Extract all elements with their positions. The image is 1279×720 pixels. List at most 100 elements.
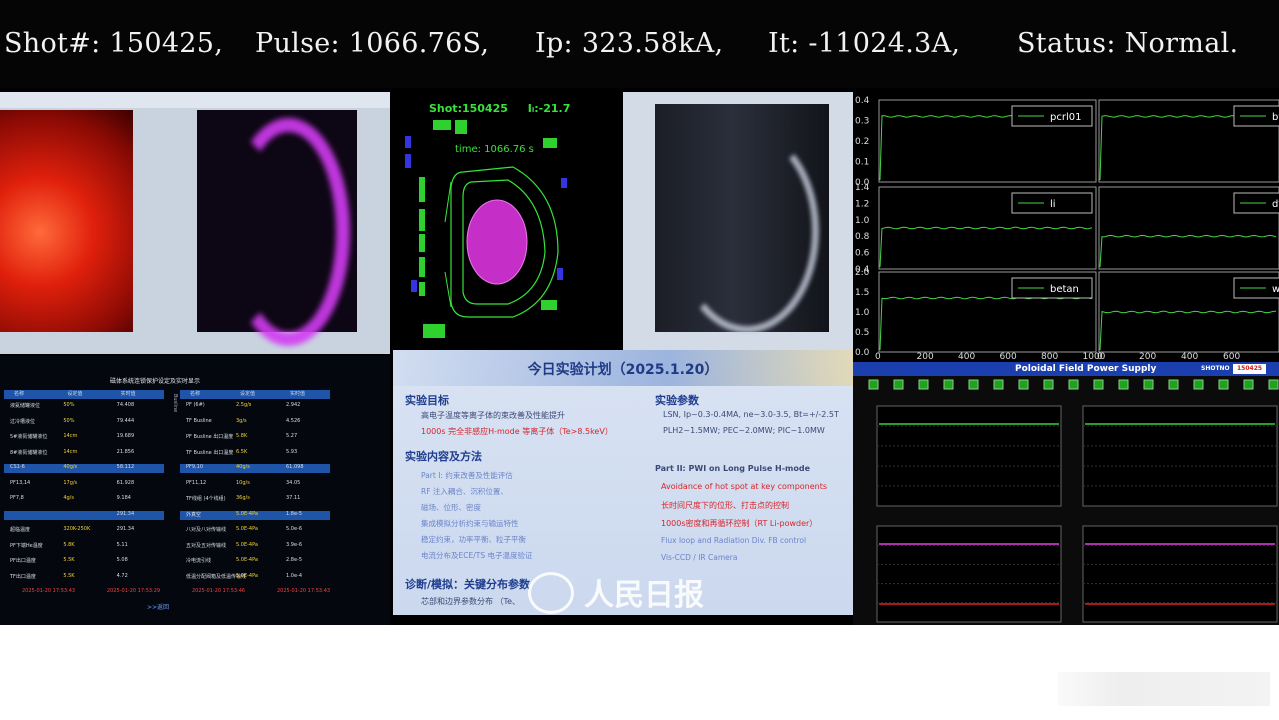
x-tick-label: 400: [958, 352, 975, 362]
table-header-cell: 名称: [190, 391, 201, 397]
part2-item: Vis-CCD / IR Camera: [661, 553, 738, 562]
footer-time: 2025-01-20 17:53:43: [22, 588, 76, 594]
pf-title-bar: Poloidal Field Power Supply SHOTNO 15042…: [853, 362, 1279, 376]
table-cell: PF出口温度: [10, 558, 36, 564]
pf-current-plots: [868, 379, 1279, 623]
y-tick-label: 1.5: [855, 288, 869, 298]
table-cell: 5.0E-4Pa: [236, 510, 258, 517]
legend-label: li: [1050, 199, 1056, 210]
params-item: LSN, Ip~0.3-0.4MA, ne~3.0-3.5, Bt=+/-2.5…: [663, 410, 839, 419]
section-goal-heading: 实验目标: [405, 394, 449, 407]
table-cell: 5#液氮储罐液位: [10, 434, 48, 440]
table-row: 液氦储罐液位 50% 74.408: [4, 402, 164, 411]
x-tick-label: 0: [875, 352, 881, 362]
pf-title: Poloidal Field Power Supply: [1015, 364, 1157, 374]
table-cell: 6.5K: [236, 448, 248, 455]
section-params-heading: 实验参数: [655, 394, 699, 407]
status-led: [1043, 379, 1054, 390]
legend-box: li: [1011, 192, 1093, 214]
y-tick-label: 0.4: [855, 96, 870, 106]
table-cell: 37.11: [286, 495, 301, 501]
table-cell: 1.8e-5: [286, 510, 303, 517]
table-cell: 320K-250K: [63, 526, 91, 532]
pf-coil: [543, 138, 557, 148]
pf-coil: [419, 234, 425, 252]
pf-subplot: [876, 525, 1062, 623]
table-cell: 5.0e-6: [286, 526, 303, 532]
legend-box: dfsdev: [1233, 192, 1279, 214]
table-row: TF Busline 3g/s 4.526: [180, 418, 330, 427]
table-row: PF13,14 17g/s 61.928: [4, 480, 164, 489]
table-row: 超临温度 320K-250K 291.34: [4, 526, 164, 535]
table-cell: 21.856: [116, 448, 135, 455]
legend-label: bt: [1272, 112, 1279, 123]
table-cell: 291.34: [116, 510, 135, 517]
table-cell: 八对及八对传输线: [186, 527, 227, 533]
table-row: 五对及五对传输线 5.0E-4Pa 3.9e-6: [180, 542, 330, 551]
back-link[interactable]: >>返回: [147, 602, 169, 611]
diagnostics-item: 芯部和边界参数分布 （Te、: [421, 597, 520, 606]
status-led: [1168, 379, 1179, 390]
table-cell: TF线组 (4个线组): [186, 496, 226, 502]
pf-power-supply-panel: Poloidal Field Power Supply SHOTNO 15042…: [853, 362, 1279, 625]
table-cell: 2.5g/s: [236, 402, 252, 408]
table-cell: PF Busline 出口温度: [186, 434, 234, 440]
status-led: [1118, 379, 1129, 390]
method-item: Part I: 约束改善及性能评估: [421, 471, 513, 480]
pf-coil-blue: [405, 136, 411, 148]
table-row: 外真空 5.0E-4Pa 1.8e-5: [180, 510, 330, 520]
bottom-fade-bar: [1058, 672, 1270, 706]
legend-label: wmhd: [1272, 284, 1279, 295]
section-method-heading: 实验内容及方法: [405, 450, 482, 463]
y-tick-label: 0.6: [855, 249, 870, 259]
table-cell: 5.0E-4Pa: [236, 526, 258, 532]
camera-panel: [0, 92, 390, 354]
pf-shot-value: 150425: [1233, 364, 1267, 374]
part2-item: 长时间尺度下的位形、打击点的控制: [661, 501, 789, 510]
pf-coil: [455, 120, 467, 134]
table-cell: 40g/s: [63, 464, 78, 470]
goal-item: 1000s 完全非感应H-mode 等离子体（Te>8.5keV）: [421, 427, 613, 436]
table-row: TF Busline 出口温度 6.5K 5.93: [180, 449, 330, 458]
table-cell: 4g/s: [63, 495, 74, 501]
status-led: [993, 379, 1004, 390]
y-tick-label: 2.0: [855, 268, 870, 278]
table-cell: 3.9e-6: [286, 541, 303, 548]
x-tick-label: 400: [1181, 352, 1198, 362]
legend-box: wmhd: [1233, 277, 1279, 299]
table-row: TF线组 (4个线组) 36g/s 37.11: [180, 495, 330, 504]
table-cell: 5.27: [286, 433, 298, 439]
status-led: [1093, 379, 1104, 390]
status-led: [1243, 379, 1254, 390]
pf-coil-blue: [561, 178, 567, 188]
method-item: 磁场、位形、密度: [421, 503, 481, 512]
camera-toolbar: [0, 92, 390, 108]
pf-shot-label: SHOTNO: [1201, 365, 1230, 372]
table-header-cell: 名称: [14, 391, 25, 397]
status-led: [1018, 379, 1029, 390]
status-ticker: Shot#: 150425, Pulse: 1066.76S, Ip: 323.…: [0, 0, 1279, 88]
table-cell: PF7,8: [10, 495, 24, 501]
pf-coil-blue: [411, 280, 417, 292]
table-cell: 79.444: [116, 417, 135, 424]
waveform-svg: 0.4 0.3 0.2 0.1 0.0 pcrl01 bt 1.4 1.2 1.0 0.8 0.6 0.…: [855, 96, 1279, 362]
vessel-camera-image: [655, 104, 829, 333]
tokamak-equilibrium-panel: Shot:150425 Iₗ:-21.7 time: 1066.76 s: [393, 92, 623, 350]
table-title: 磁体系统连锁保护设定及实时显示: [110, 378, 201, 385]
table-cell: 4.526: [286, 417, 301, 424]
table-cell: 3g/s: [236, 417, 247, 424]
x-tick-label: 0: [1097, 352, 1103, 362]
method-item: 稳定约束，功率平衡、粒子平衡: [421, 535, 526, 544]
footer-time: 2025-01-20 17:53:46: [192, 588, 246, 594]
legend-box: betan: [1011, 277, 1093, 299]
y-tick-label: 0.8: [855, 232, 870, 242]
table-row: PF出口温度 5.5K 5.08: [4, 557, 164, 566]
y-tick-label: 0.5: [855, 328, 869, 338]
table-cell: 8#液氮储罐液位: [10, 449, 48, 456]
infrared-camera-image: [0, 110, 133, 332]
watermark-text: 人民日报: [584, 578, 704, 613]
goal-item: 高电子温度等离子体的束改善及性能提升: [421, 411, 565, 420]
table-header-cell: 设定值: [67, 391, 83, 397]
table-cell: 5.8K: [63, 541, 75, 548]
table-cell: TF Busline: [186, 417, 212, 424]
